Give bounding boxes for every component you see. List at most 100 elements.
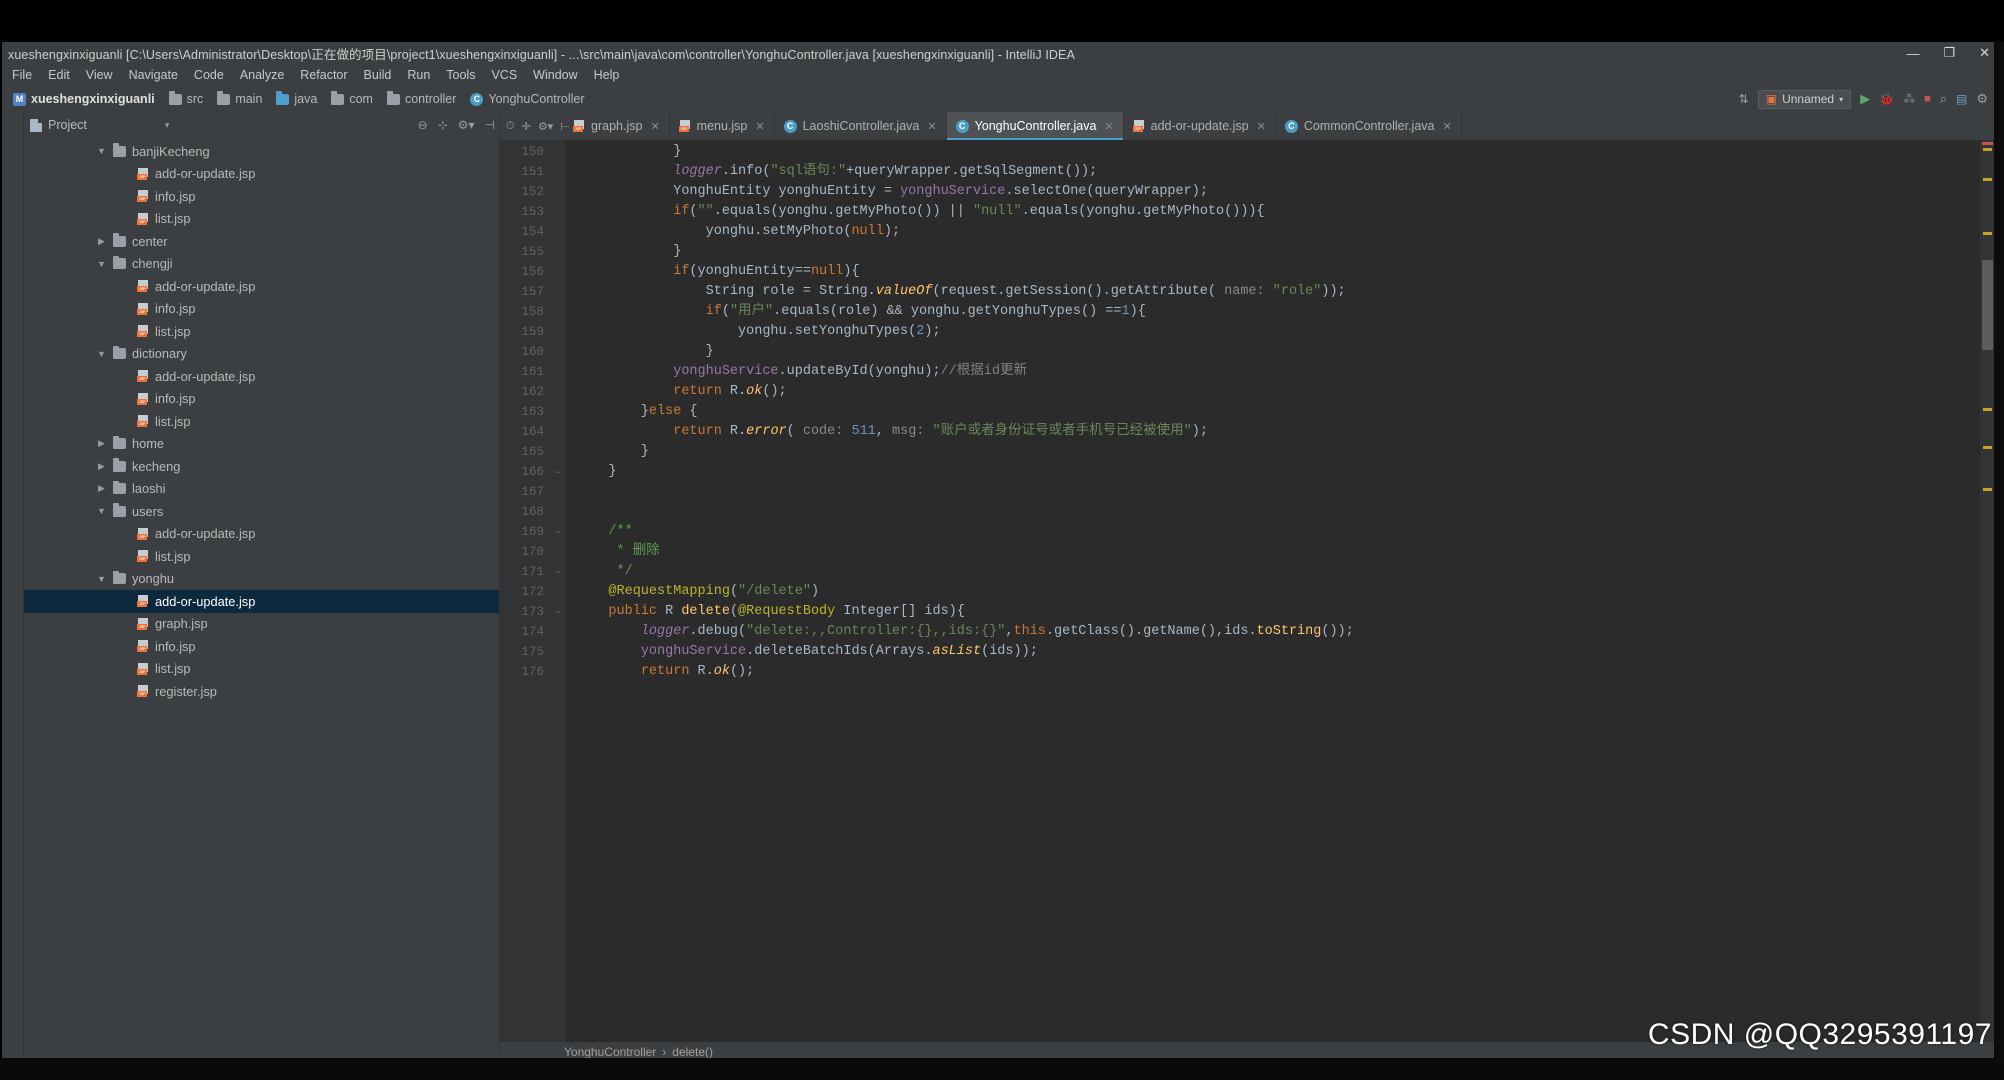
vcs-update-icon[interactable]: ⇅ xyxy=(1739,92,1749,106)
close-icon[interactable]: ✕ xyxy=(1257,120,1266,133)
stop-icon[interactable]: ■ xyxy=(1924,93,1931,105)
collapsed-arrow-icon[interactable]: ▶ xyxy=(96,438,107,449)
tree-item-dictionary[interactable]: ▼ dictionary xyxy=(24,343,499,366)
fold-toggle-icon[interactable]: − xyxy=(550,602,566,622)
code-folding-column[interactable]: − − − − xyxy=(550,140,566,1042)
menu-item-window[interactable]: Window xyxy=(525,66,585,84)
collapsed-arrow-icon[interactable]: ▶ xyxy=(96,236,107,247)
tree-item-list-jsp[interactable]: ▸JSPlist.jsp xyxy=(24,410,499,433)
tree-item-kecheng[interactable]: ▶ kecheng xyxy=(24,455,499,478)
warning-marker[interactable] xyxy=(1983,232,1992,235)
tree-item-register-jsp[interactable]: ▸JSPregister.jsp xyxy=(24,680,499,703)
editor-marker-scrollbar[interactable] xyxy=(1980,140,1994,1042)
tree-item-laoshi[interactable]: ▶ laoshi xyxy=(24,478,499,501)
tree-item-list-jsp[interactable]: ▸JSPlist.jsp xyxy=(24,545,499,568)
tree-item-add-or-update-jsp[interactable]: ▸JSPadd-or-update.jsp xyxy=(24,163,499,186)
code-editor[interactable]: 150 151 152 153 154 155 156 157 158 159 160 161 162 1… xyxy=(500,140,1994,1042)
breadcrumb-java[interactable]: java xyxy=(269,91,324,107)
project-file-tree[interactable]: ▼banjiKecheng▸JSPadd-or-update.jsp▸JSPin… xyxy=(24,138,499,1062)
expanded-arrow-icon[interactable]: ▼ xyxy=(96,506,107,516)
menu-item-help[interactable]: Help xyxy=(586,66,628,84)
gear-icon[interactable]: ⚙ xyxy=(1976,91,1988,107)
clock-icon[interactable]: ⏱ xyxy=(506,120,515,133)
close-button[interactable]: ✕ xyxy=(1979,45,1990,61)
tree-item-center[interactable]: ▶ center xyxy=(24,230,499,253)
menu-item-tools[interactable]: Tools xyxy=(438,66,483,84)
editor-tab-add-or-update-jsp[interactable]: JSP add-or-update.jsp ✕ xyxy=(1124,112,1276,140)
error-marker[interactable] xyxy=(1982,142,1993,145)
gear-icon[interactable]: ⚙▾ xyxy=(538,120,553,133)
editor-tabs[interactable]: JSP graph.jsp ✕ JSP menu.jsp ✕ C LaoshiControll… xyxy=(564,112,1462,140)
collapse-all-icon[interactable]: ⊖ xyxy=(418,118,428,132)
expanded-arrow-icon[interactable]: ▼ xyxy=(96,146,107,156)
tree-item-info-jsp[interactable]: ▸JSPinfo.jsp xyxy=(24,298,499,321)
chevron-down-icon[interactable]: ▾ xyxy=(165,120,170,131)
editor-tab-menu-jsp[interactable]: JSP menu.jsp ✕ xyxy=(670,112,775,140)
run-configuration-selector[interactable]: ▣ Unnamed ▾ xyxy=(1757,89,1852,109)
search-icon[interactable]: ⌕ xyxy=(1940,91,1947,107)
close-icon[interactable]: ✕ xyxy=(1104,120,1113,133)
expanded-arrow-icon[interactable]: ▼ xyxy=(96,574,107,584)
editor-tab-graph-jsp[interactable]: JSP graph.jsp ✕ xyxy=(564,112,670,140)
fold-toggle-icon[interactable]: − xyxy=(550,562,566,582)
close-icon[interactable]: ✕ xyxy=(927,120,936,133)
breadcrumb-controller[interactable]: controller xyxy=(380,91,463,107)
code-text[interactable]: } logger.info("sql语句:"+queryWrapper.getS… xyxy=(566,140,1980,1042)
tree-item-banjikecheng[interactable]: ▼ banjiKecheng xyxy=(24,140,499,163)
fold-toggle-icon[interactable]: − xyxy=(550,522,566,542)
tree-item-add-or-update-jsp[interactable]: ▸JSPadd-or-update.jsp xyxy=(24,590,499,613)
breadcrumb-method-name[interactable]: delete() xyxy=(672,1045,713,1059)
breadcrumb-src[interactable]: src xyxy=(162,91,211,107)
menu-item-view[interactable]: View xyxy=(78,66,121,84)
breadcrumb-module[interactable]: M xueshengxinxiguanli xyxy=(6,91,162,107)
tree-item-graph-jsp[interactable]: ▸JSPgraph.jsp xyxy=(24,613,499,636)
editor-scrollbar-thumb[interactable] xyxy=(1982,260,1993,350)
close-icon[interactable]: ✕ xyxy=(755,120,764,133)
breadcrumb-com[interactable]: com xyxy=(324,91,380,107)
layout-icon[interactable]: ▤ xyxy=(1956,92,1967,106)
coverage-icon[interactable]: ⁂ xyxy=(1903,92,1915,106)
hide-panel-icon[interactable]: ⊣ xyxy=(485,118,495,132)
menu-item-file[interactable]: File xyxy=(4,66,40,84)
menu-item-code[interactable]: Code xyxy=(186,66,232,84)
collapsed-arrow-icon[interactable]: ▶ xyxy=(96,483,107,494)
menu-item-edit[interactable]: Edit xyxy=(40,66,78,84)
settings-icon[interactable]: ⚙▾ xyxy=(458,118,475,132)
menu-item-navigate[interactable]: Navigate xyxy=(121,66,186,84)
editor-tab-laoshicontroller-java[interactable]: C LaoshiController.java ✕ xyxy=(775,112,947,140)
close-icon[interactable]: ✕ xyxy=(1442,120,1451,133)
tree-item-yonghu[interactable]: ▼ yonghu xyxy=(24,568,499,591)
tree-item-chengji[interactable]: ▼ chengji xyxy=(24,253,499,276)
warning-marker[interactable] xyxy=(1983,178,1992,181)
breadcrumb-class[interactable]: C YonghuController xyxy=(463,91,591,107)
locate-icon[interactable]: ⊹ xyxy=(438,118,448,132)
tree-item-add-or-update-jsp[interactable]: ▸JSPadd-or-update.jsp xyxy=(24,275,499,298)
warning-marker[interactable] xyxy=(1983,408,1992,411)
left-tool-window-strip[interactable] xyxy=(2,112,24,1062)
warning-marker[interactable] xyxy=(1983,148,1992,151)
tree-item-add-or-update-jsp[interactable]: ▸JSPadd-or-update.jsp xyxy=(24,365,499,388)
breadcrumb-class-name[interactable]: YonghuController xyxy=(564,1045,656,1059)
warning-marker[interactable] xyxy=(1983,446,1992,449)
menu-item-vcs[interactable]: VCS xyxy=(483,66,525,84)
collapsed-arrow-icon[interactable]: ▶ xyxy=(96,461,107,472)
editor-tab-commoncontroller-java[interactable]: C CommonController.java ✕ xyxy=(1276,112,1462,140)
tree-item-info-jsp[interactable]: ▸JSPinfo.jsp xyxy=(24,635,499,658)
tree-item-users[interactable]: ▼ users xyxy=(24,500,499,523)
expanded-arrow-icon[interactable]: ▼ xyxy=(96,349,107,359)
menu-item-build[interactable]: Build xyxy=(356,66,400,84)
tree-item-list-jsp[interactable]: ▸JSPlist.jsp xyxy=(24,658,499,681)
tree-item-home[interactable]: ▶ home xyxy=(24,433,499,456)
tree-item-add-or-update-jsp[interactable]: ▸JSPadd-or-update.jsp xyxy=(24,523,499,546)
expanded-arrow-icon[interactable]: ▼ xyxy=(96,259,107,269)
warning-marker[interactable] xyxy=(1983,488,1992,491)
close-icon[interactable]: ✕ xyxy=(650,120,659,133)
menu-item-run[interactable]: Run xyxy=(399,66,438,84)
menu-item-analyze[interactable]: Analyze xyxy=(232,66,292,84)
breadcrumb-main[interactable]: main xyxy=(210,91,269,107)
tree-item-info-jsp[interactable]: ▸JSPinfo.jsp xyxy=(24,185,499,208)
tree-item-list-jsp[interactable]: ▸JSPlist.jsp xyxy=(24,320,499,343)
run-icon[interactable]: ▶ xyxy=(1860,91,1870,107)
tree-item-info-jsp[interactable]: ▸JSPinfo.jsp xyxy=(24,388,499,411)
minimize-button[interactable]: — xyxy=(1906,46,1919,61)
